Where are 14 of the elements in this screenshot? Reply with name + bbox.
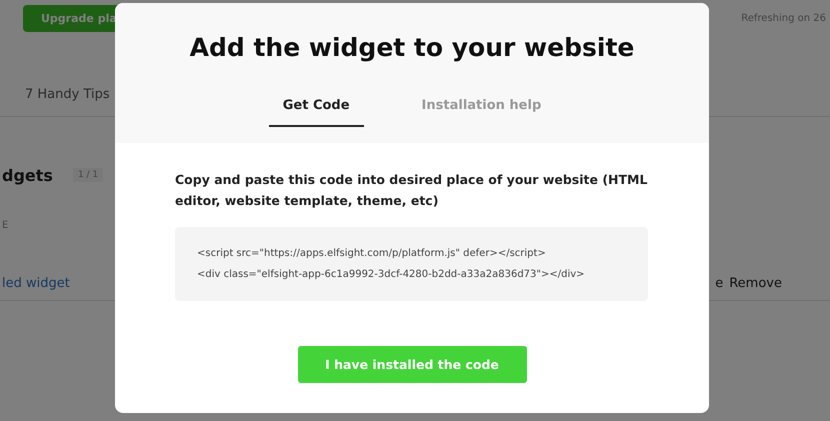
column-header: E <box>2 220 8 231</box>
instructions-text: Copy and paste this code into desired place of your website (HTML editor, website template, theme, etc) <box>175 171 648 210</box>
row-action[interactable]: e <box>715 276 724 290</box>
widget-link[interactable]: led widget <box>2 276 70 290</box>
tab[interactable]: Get Code <box>268 92 364 127</box>
code-line: <script src="https://apps.elfsight.com/p/platform.js" defer></script> <box>197 247 547 261</box>
installed-confirm-button[interactable]: I have installed the code <box>298 346 526 383</box>
widgets-heading: dgets <box>2 166 53 184</box>
code-line: <div class="elfsight-app-6c1a9992-3dcf-4280-b2dd-a33a2a836d73"></div> <box>197 268 586 282</box>
remove-link[interactable]: Remove <box>729 276 782 290</box>
refresh-note: Refreshing on 26 <box>741 12 826 24</box>
tab[interactable]: Installation help <box>408 92 556 127</box>
tips-link[interactable]: 7 Handy Tips <box>25 86 110 102</box>
modal-title: Add the widget to your website <box>190 33 634 62</box>
